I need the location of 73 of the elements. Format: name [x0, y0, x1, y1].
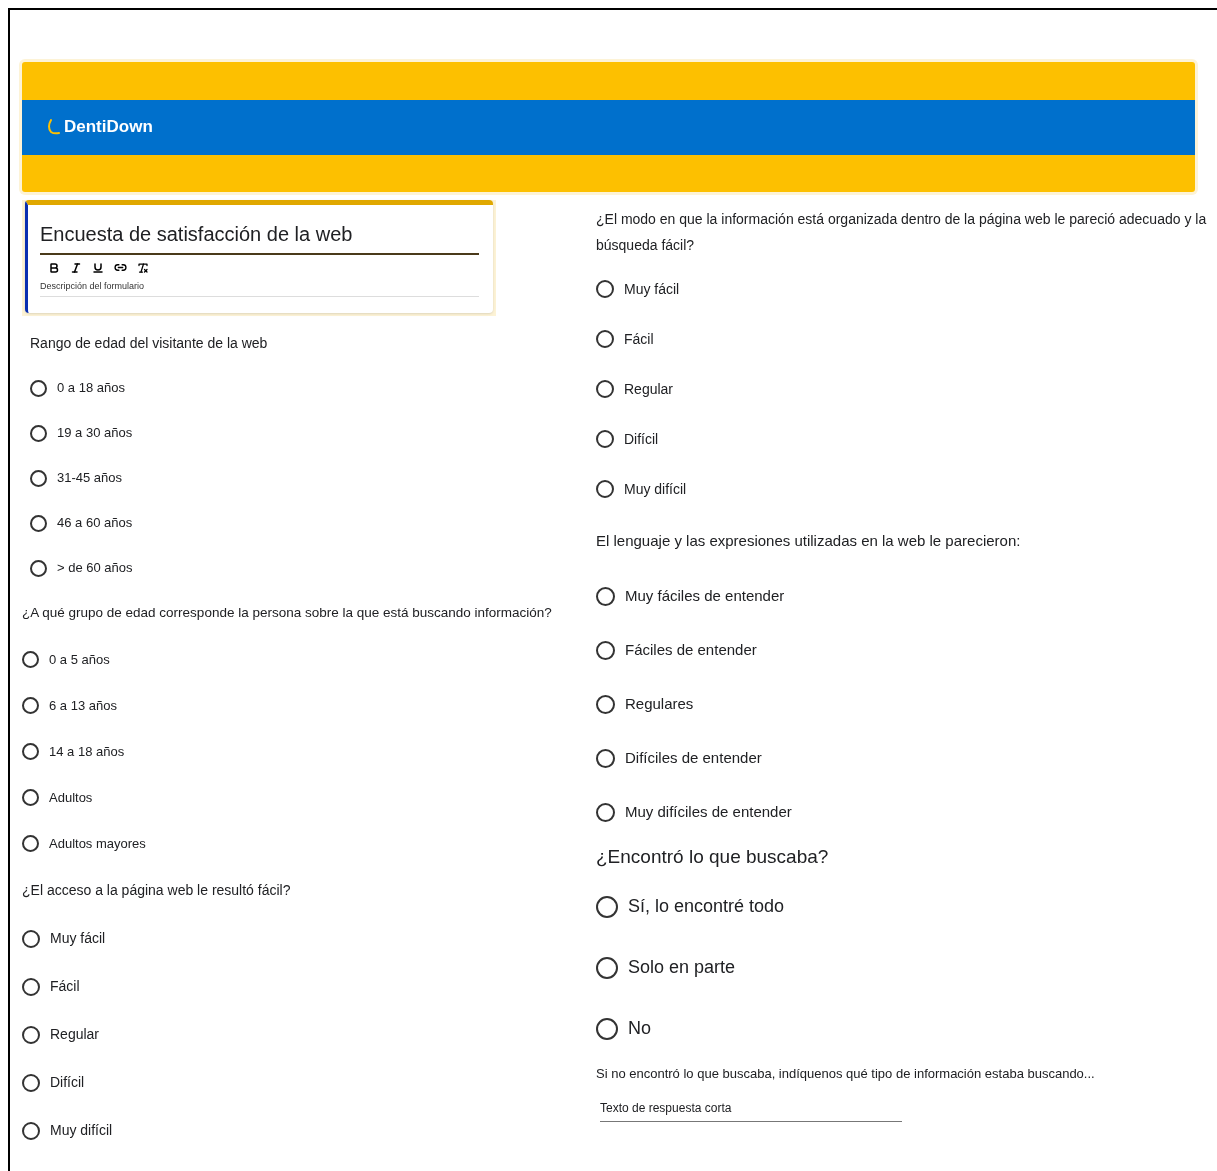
radio-button[interactable]: [596, 330, 614, 348]
radio-button[interactable]: [22, 697, 39, 714]
question-label: El lenguaje y las expresiones utilizadas en la web le parecieron:: [596, 531, 1021, 552]
option-label: 19 a 30 años: [57, 424, 133, 443]
option-label: 0 a 5 años: [49, 650, 110, 669]
option-label: 14 a 18 años: [49, 742, 125, 761]
radio-button[interactable]: [596, 380, 614, 398]
option-label: Muy difíciles de entender: [625, 801, 792, 822]
logo-icon: [46, 118, 60, 136]
radio-button[interactable]: [30, 424, 47, 442]
radio-button[interactable]: [22, 1025, 40, 1044]
option-label: Muy fácil: [50, 929, 106, 948]
option-label: Adultos: [49, 788, 93, 807]
italic-icon[interactable]: [70, 261, 82, 274]
radio-button[interactable]: [22, 743, 39, 760]
option-label: Difícil: [50, 1073, 85, 1092]
radio-button[interactable]: [22, 1073, 40, 1092]
option-label: 0 a 18 años: [57, 379, 125, 398]
radio-button[interactable]: [596, 640, 615, 660]
radio-button[interactable]: [596, 748, 615, 768]
link-icon[interactable]: [114, 261, 127, 274]
short-answer-field[interactable]: Texto de respuesta corta: [600, 1099, 902, 1122]
radio-button[interactable]: [30, 559, 47, 577]
option-label: Fácil: [624, 329, 654, 349]
description-field[interactable]: Descripción del formulario: [40, 280, 479, 297]
question-label: ¿A qué grupo de edad corresponde la persona sobre la que está buscando información?: [22, 604, 552, 623]
option-label: Regulares: [625, 693, 694, 714]
option-label: Adultos mayores: [49, 834, 146, 853]
radio-button[interactable]: [30, 379, 47, 397]
form-title[interactable]: Encuesta de satisfacción de la web: [40, 219, 479, 255]
option-label: Regular: [50, 1025, 100, 1044]
option-label: Fáciles de entender: [625, 639, 757, 660]
question-label: ¿Encontró lo que buscaba?: [596, 845, 829, 870]
option-label: Muy fácil: [624, 279, 680, 299]
option-label: 31-45 años: [57, 469, 123, 488]
radio-button[interactable]: [22, 977, 40, 996]
brand-name: DentiDown: [64, 116, 153, 139]
radio-button[interactable]: [22, 789, 39, 806]
option-label: 46 a 60 años: [57, 514, 133, 533]
radio-button[interactable]: [596, 480, 614, 498]
radio-button[interactable]: [22, 1121, 40, 1140]
radio-button[interactable]: [30, 514, 47, 532]
option-label: Muy fáciles de entender: [625, 585, 785, 606]
option-label: > de 60 años: [57, 559, 133, 578]
bold-icon[interactable]: [48, 261, 60, 274]
question-label: ¿El modo en que la información está organizada dentro de la página web le pareció adecuado y la búsqueda fácil?: [596, 211, 1207, 253]
option-label: Difícil: [624, 429, 659, 449]
option-label: Muy difícil: [50, 1121, 113, 1140]
radio-button[interactable]: [596, 956, 618, 979]
radio-button[interactable]: [596, 1017, 618, 1040]
option-label: Difíciles de entender: [625, 747, 762, 768]
option-label: 6 a 13 años: [49, 696, 117, 715]
question-label: Rango de edad del visitante de la web: [30, 333, 268, 353]
option-label: Sí, lo encontré todo: [628, 895, 785, 918]
option-label: Solo en parte: [628, 956, 736, 979]
radio-button[interactable]: [30, 469, 47, 487]
option-label: No: [628, 1017, 651, 1040]
radio-button[interactable]: [596, 586, 615, 606]
radio-button[interactable]: [22, 929, 40, 948]
radio-button[interactable]: [596, 430, 614, 448]
clear-format-icon[interactable]: [137, 261, 149, 274]
option-label: Regular: [624, 379, 674, 399]
radio-button[interactable]: [596, 895, 618, 918]
radio-button[interactable]: [596, 694, 615, 714]
radio-button[interactable]: [596, 802, 615, 822]
question-label: Si no encontró lo que buscaba, indíquenos qué tipo de información estaba buscando...: [596, 1065, 1095, 1084]
question-label: ¿El acceso a la página web le resultó fácil?: [22, 881, 291, 900]
option-label: Muy difícil: [624, 479, 687, 499]
underline-icon[interactable]: [92, 261, 104, 274]
option-label: Fácil: [50, 977, 80, 996]
radio-button[interactable]: [22, 651, 39, 668]
radio-button[interactable]: [596, 280, 614, 298]
radio-button[interactable]: [22, 835, 39, 852]
